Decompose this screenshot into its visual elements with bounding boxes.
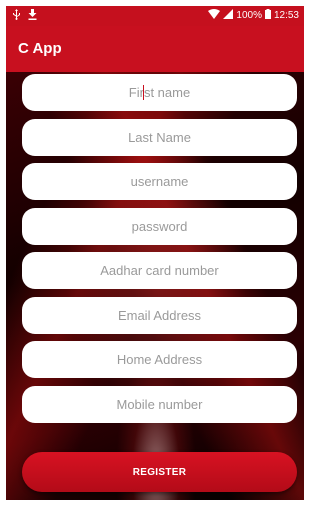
home-address-input[interactable]	[36, 351, 283, 368]
wifi-icon	[208, 9, 221, 22]
aadhar-field[interactable]	[22, 252, 297, 289]
username-input[interactable]	[36, 173, 283, 190]
battery-percent: 100%	[236, 10, 262, 21]
register-button[interactable]: REGISTER	[22, 452, 297, 492]
usb-icon	[12, 9, 21, 23]
download-icon	[28, 9, 37, 23]
aadhar-input[interactable]	[36, 262, 283, 279]
home-address-field[interactable]	[22, 341, 297, 378]
status-bar: 100% 12:53	[6, 6, 304, 26]
clock-time: 12:53	[273, 10, 299, 21]
app-title: C App	[18, 40, 62, 57]
last-name-field[interactable]	[22, 119, 297, 156]
mobile-number-input[interactable]	[36, 396, 283, 413]
signal-icon	[223, 9, 234, 22]
phone-screen: 100% 12:53 C App REGISTER	[6, 6, 304, 500]
first-name-field[interactable]	[22, 74, 297, 111]
email-input[interactable]	[36, 307, 283, 324]
app-bar: C App	[6, 26, 304, 72]
first-name-input[interactable]	[36, 84, 283, 101]
email-field[interactable]	[22, 297, 297, 334]
mobile-number-field[interactable]	[22, 386, 297, 423]
password-input[interactable]	[36, 218, 283, 235]
text-cursor	[143, 85, 144, 100]
battery-icon	[264, 9, 271, 22]
password-field[interactable]	[22, 208, 297, 245]
username-field[interactable]	[22, 163, 297, 200]
last-name-input[interactable]	[36, 129, 283, 146]
